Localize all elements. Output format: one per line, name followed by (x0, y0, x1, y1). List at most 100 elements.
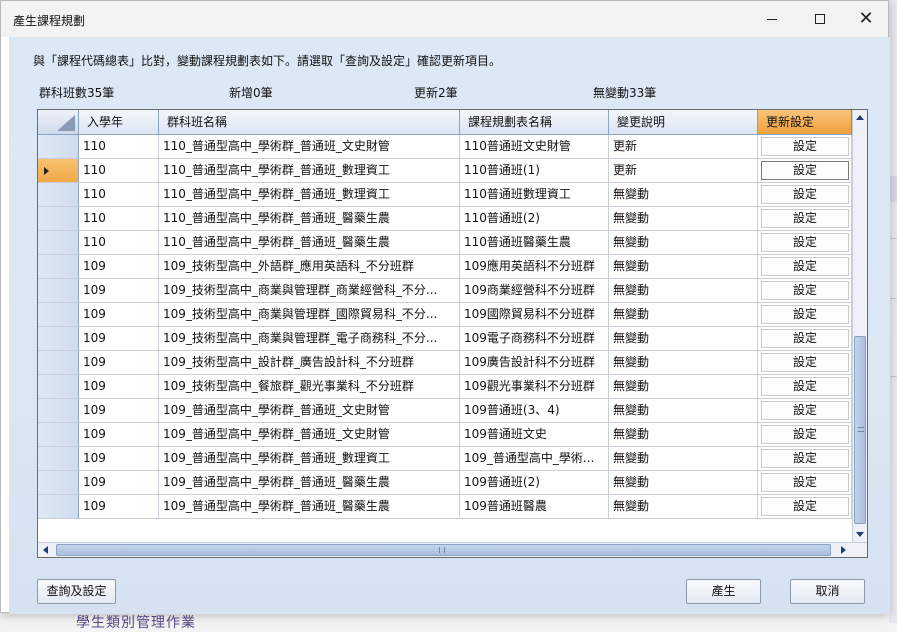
row-header[interactable] (38, 231, 79, 255)
cell-year[interactable]: 109 (79, 255, 159, 279)
set-button[interactable]: 設定 (761, 185, 849, 204)
row-header[interactable] (38, 375, 79, 399)
table-row[interactable]: 109 109_普通型高中_學術群_普通班_數理資工 109_普通型高中_學術...… (38, 447, 852, 471)
row-header[interactable] (38, 327, 79, 351)
cell-plan-name[interactable]: 109普通班醫農 (460, 495, 609, 519)
table-row[interactable]: 110 110_普通型高中_學術群_普通班_醫藥生農 110普通班醫藥生農 無變動 設定 (38, 231, 852, 255)
cell-plan-name[interactable]: 109普通班文史 (460, 423, 609, 447)
cell-plan-name[interactable]: 110普通班文史財管 (460, 135, 609, 159)
scroll-up-icon[interactable] (856, 115, 864, 120)
cell-change[interactable]: 無變動 (609, 423, 758, 447)
cell-year[interactable]: 110 (79, 207, 159, 231)
close-button[interactable]: ✕ (843, 1, 889, 37)
set-button[interactable]: 設定 (761, 209, 849, 228)
cell-plan-name[interactable]: 109商業經營科不分班群 (460, 279, 609, 303)
cell-class-name[interactable]: 109_技術型高中_設計群_廣告設計科_不分班群 (159, 351, 460, 375)
cell-change[interactable]: 無變動 (609, 231, 758, 255)
cell-class-name[interactable]: 109_技術型高中_商業與管理群_商業經營科_不分... (159, 279, 460, 303)
table-row[interactable]: 110 110_普通型高中_學術群_普通班_醫藥生農 110普通班(2) 無變動 設定 (38, 207, 852, 231)
cell-plan-name[interactable]: 110普通班(2) (460, 207, 609, 231)
set-button[interactable]: 設定 (761, 449, 849, 468)
cell-class-name[interactable]: 109_技術型高中_商業與管理群_國際貿易科_不分... (159, 303, 460, 327)
set-button[interactable]: 設定 (761, 233, 849, 252)
table-row[interactable]: 110 110_普通型高中_學術群_普通班_文史財管 110普通班文史財管 更新 設定 (38, 135, 852, 159)
cell-change[interactable]: 無變動 (609, 351, 758, 375)
cell-plan-name[interactable]: 109_普通型高中_學術... (460, 447, 609, 471)
cell-plan-name[interactable]: 109電子商務科不分班群 (460, 327, 609, 351)
cell-plan-name[interactable]: 110普通班醫藥生農 (460, 231, 609, 255)
column-header-plan-name[interactable]: 課程規劃表名稱 (460, 110, 609, 135)
row-header[interactable] (38, 207, 79, 231)
set-button[interactable]: 設定 (761, 473, 849, 492)
cell-year[interactable]: 110 (79, 231, 159, 255)
cell-change[interactable]: 無變動 (609, 255, 758, 279)
horizontal-scroll-thumb[interactable] (56, 544, 831, 556)
table-row[interactable]: 110 110_普通型高中_學術群_普通班_數理資工 110普通班(1) 更新 設定 (38, 159, 852, 183)
cell-class-name[interactable]: 109_普通型高中_學術群_普通班_數理資工 (159, 447, 460, 471)
cell-plan-name[interactable]: 109觀光事業科不分班群 (460, 375, 609, 399)
vertical-scroll-thumb[interactable] (854, 336, 866, 524)
set-button[interactable]: 設定 (761, 353, 849, 372)
cell-year[interactable]: 109 (79, 495, 159, 519)
cell-plan-name[interactable]: 109廣告設計科不分班群 (460, 351, 609, 375)
scroll-right-icon[interactable] (841, 546, 846, 554)
cell-year[interactable]: 109 (79, 375, 159, 399)
row-header[interactable] (38, 159, 79, 183)
cell-class-name[interactable]: 109_技術型高中_餐旅群_觀光事業科_不分班群 (159, 375, 460, 399)
cell-change[interactable]: 無變動 (609, 495, 758, 519)
cell-year[interactable]: 109 (79, 327, 159, 351)
cell-class-name[interactable]: 109_普通型高中_學術群_普通班_醫藥生農 (159, 471, 460, 495)
cell-plan-name[interactable]: 110普通班(1) (460, 159, 609, 183)
table-row[interactable]: 109 109_普通型高中_學術群_普通班_醫藥生農 109普通班醫農 無變動 設定 (38, 495, 852, 519)
table-row[interactable]: 109 109_技術型高中_設計群_廣告設計科_不分班群 109廣告設計科不分班群無… (38, 351, 852, 375)
table-row[interactable]: 109 109_普通型高中_學術群_普通班_文史財管 109普通班文史 無變動 設定 (38, 423, 852, 447)
cell-class-name[interactable]: 109_普通型高中_學術群_普通班_文史財管 (159, 399, 460, 423)
cell-change[interactable]: 無變動 (609, 327, 758, 351)
cell-class-name[interactable]: 110_普通型高中_學術群_普通班_醫藥生農 (159, 231, 460, 255)
cell-plan-name[interactable]: 110普通班數理資工 (460, 183, 609, 207)
cell-class-name[interactable]: 109_技術型高中_商業與管理群_電子商務科_不分... (159, 327, 460, 351)
cell-year[interactable]: 110 (79, 183, 159, 207)
horizontal-scrollbar[interactable] (38, 542, 867, 557)
column-header-update-setting[interactable]: 更新設定 (758, 110, 852, 135)
cell-change[interactable]: 無變動 (609, 303, 758, 327)
maximize-button[interactable] (797, 1, 843, 37)
set-button[interactable]: 設定 (761, 161, 849, 180)
set-button[interactable]: 設定 (761, 257, 849, 276)
cell-change[interactable]: 無變動 (609, 207, 758, 231)
cell-class-name[interactable]: 109_技術型高中_外語群_應用英語科_不分班群 (159, 255, 460, 279)
table-row[interactable]: 109 109_技術型高中_商業與管理群_電子商務科_不分... 109電子商務科不… (38, 327, 852, 351)
cell-year[interactable]: 109 (79, 447, 159, 471)
row-header[interactable] (38, 135, 79, 159)
column-header-year[interactable]: 入學年 (79, 110, 159, 135)
query-settings-button[interactable]: 查詢及設定 (37, 579, 116, 604)
row-header[interactable] (38, 471, 79, 495)
row-header[interactable] (38, 447, 79, 471)
table-row[interactable]: 109 109_技術型高中_商業與管理群_國際貿易科_不分... 109國際貿易科不… (38, 303, 852, 327)
cell-class-name[interactable]: 110_普通型高中_學術群_普通班_文史財管 (159, 135, 460, 159)
minimize-button[interactable] (749, 1, 795, 37)
column-header-class-name[interactable]: 群科班名稱 (159, 110, 460, 135)
select-all-corner[interactable] (38, 110, 79, 135)
cell-change[interactable]: 更新 (609, 135, 758, 159)
table-row[interactable]: 109 109_普通型高中_學術群_普通班_醫藥生農 109普通班(2) 無變動 設定 (38, 471, 852, 495)
vertical-scrollbar[interactable] (852, 110, 867, 542)
cell-year[interactable]: 109 (79, 423, 159, 447)
set-button[interactable]: 設定 (761, 401, 849, 420)
cell-plan-name[interactable]: 109普通班(3、4) (460, 399, 609, 423)
set-button[interactable]: 設定 (761, 425, 849, 444)
cell-plan-name[interactable]: 109國際貿易科不分班群 (460, 303, 609, 327)
cell-year[interactable]: 110 (79, 135, 159, 159)
cell-change[interactable]: 無變動 (609, 279, 758, 303)
scroll-down-icon[interactable] (856, 532, 864, 537)
cell-change[interactable]: 無變動 (609, 447, 758, 471)
row-header[interactable] (38, 303, 79, 327)
table-row[interactable]: 110 110_普通型高中_學術群_普通班_數理資工 110普通班數理資工 無變動 設定 (38, 183, 852, 207)
row-header[interactable] (38, 183, 79, 207)
set-button[interactable]: 設定 (761, 281, 849, 300)
set-button[interactable]: 設定 (761, 137, 849, 156)
cell-change[interactable]: 無變動 (609, 375, 758, 399)
cell-year[interactable]: 109 (79, 471, 159, 495)
cell-year[interactable]: 109 (79, 279, 159, 303)
cell-class-name[interactable]: 110_普通型高中_學術群_普通班_數理資工 (159, 183, 460, 207)
